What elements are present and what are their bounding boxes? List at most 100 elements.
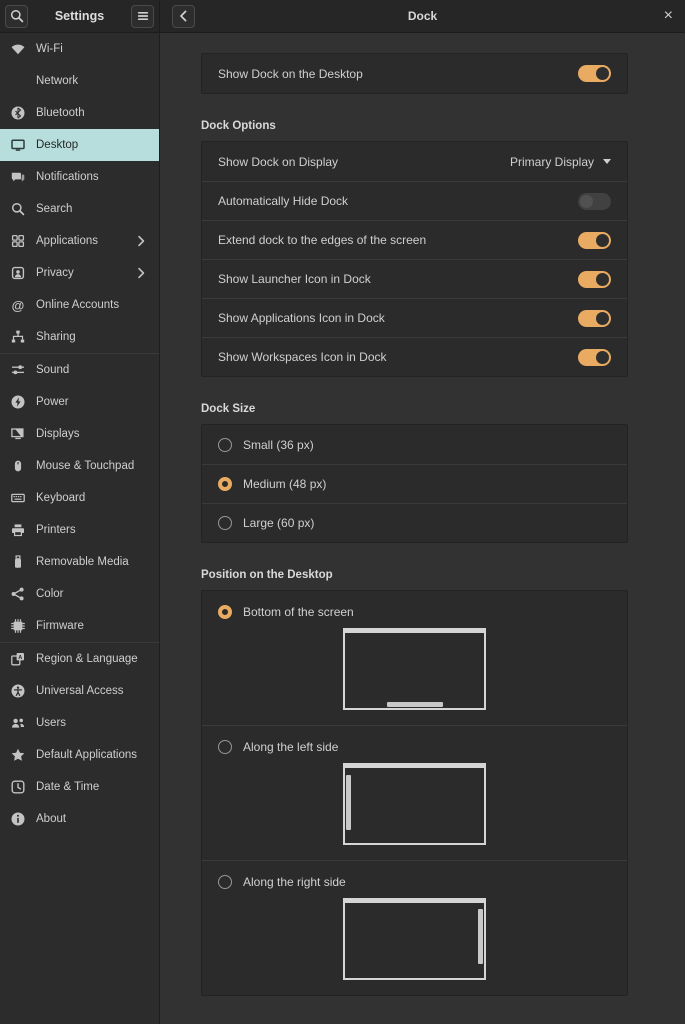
sidebar-item-date-time[interactable]: Date & Time <box>0 771 159 803</box>
sidebar-item-removable-media[interactable]: Removable Media <box>0 546 159 578</box>
sidebar-item-network[interactable]: Network <box>0 65 159 97</box>
automatically-hide-dock-toggle[interactable] <box>578 193 611 210</box>
back-button[interactable] <box>172 5 195 28</box>
chevron-right-icon <box>133 265 149 281</box>
sidebar-item-sound[interactable]: Sound <box>0 354 159 386</box>
sidebar-item-power[interactable]: Power <box>0 386 159 418</box>
desktop-icon <box>10 137 26 153</box>
toggle-knob <box>580 195 593 208</box>
option-medium-48-px[interactable]: Medium (48 px) <box>202 464 627 503</box>
app-title: Settings <box>32 9 127 23</box>
firmware-icon <box>10 618 26 634</box>
sidebar-item-search[interactable]: Search <box>0 193 159 225</box>
option-large-60-px[interactable]: Large (60 px) <box>202 503 627 542</box>
sidebar-item-label: Search <box>36 203 72 215</box>
row-label: Automatically Hide Dock <box>218 194 348 208</box>
sidebar-item-label: Removable Media <box>36 556 129 568</box>
section-title-dock-size: Dock Size <box>201 403 628 415</box>
dock-bar-right <box>478 909 483 964</box>
sidebar-item-printers[interactable]: Printers <box>0 514 159 546</box>
menu-button[interactable] <box>131 5 154 28</box>
bluetooth-icon <box>10 105 26 121</box>
sidebar-item-applications[interactable]: Applications <box>0 225 159 257</box>
show-dock-toggle[interactable] <box>578 65 611 82</box>
option-along-the-right-side[interactable]: Along the right side <box>202 860 627 995</box>
keyboard-icon <box>10 490 26 506</box>
option-along-the-left-side[interactable]: Along the left side <box>202 725 627 860</box>
sidebar-item-label: Applications <box>36 235 98 247</box>
search-icon <box>9 8 25 24</box>
sidebar-item-label: Wi-Fi <box>36 43 63 55</box>
radio-along-the-right-side[interactable] <box>218 875 232 889</box>
row-show-applications-icon-in-dock: Show Applications Icon in Dock <box>202 298 627 337</box>
sidebar-item-users[interactable]: Users <box>0 707 159 739</box>
sidebar-item-default-applications[interactable]: Default Applications <box>0 739 159 771</box>
sidebar-item-desktop[interactable]: Desktop <box>0 129 159 161</box>
sidebar-item-label: Bluetooth <box>36 107 85 119</box>
mouse-icon <box>10 458 26 474</box>
show-applications-icon-in-dock-toggle[interactable] <box>578 310 611 327</box>
row-show-dock-on-the-desktop: Show Dock on the Desktop <box>202 54 627 93</box>
sidebar-item-privacy[interactable]: Privacy <box>0 257 159 289</box>
sidebar-item-label: Mouse & Touchpad <box>36 460 134 472</box>
row-show-launcher-icon-in-dock: Show Launcher Icon in Dock <box>202 259 627 298</box>
chevron-down-icon <box>603 159 611 164</box>
sidebar-item-sharing[interactable]: Sharing <box>0 321 159 353</box>
main-header: Dock × <box>160 0 685 32</box>
radio-small-36-px[interactable] <box>218 438 232 452</box>
about-icon <box>10 811 26 827</box>
close-icon[interactable]: × <box>664 8 673 24</box>
displays-icon <box>10 426 26 442</box>
sidebar-item-color[interactable]: Color <box>0 578 159 610</box>
wifi-icon <box>10 41 26 57</box>
show-dock-on-display-dropdown[interactable]: Primary Display <box>510 155 611 169</box>
sidebar-item-region-language[interactable]: ARegion & Language <box>0 643 159 675</box>
region-language-icon: A <box>10 651 26 667</box>
sidebar-item-label: Sound <box>36 364 69 376</box>
search-button[interactable] <box>5 5 28 28</box>
sidebar-item-label: Displays <box>36 428 79 440</box>
option-small-36-px[interactable]: Small (36 px) <box>202 425 627 464</box>
monitor-illustration-left <box>343 763 486 845</box>
radio-along-the-left-side[interactable] <box>218 740 232 754</box>
settings-window: Settings Dock × Wi-Fi Network Bluetooth Des… <box>0 0 685 1024</box>
sound-icon <box>10 362 26 378</box>
radio-bottom-of-the-screen[interactable] <box>218 605 232 619</box>
sidebar-item-universal-access[interactable]: Universal Access <box>0 675 159 707</box>
page-title: Dock <box>160 9 685 23</box>
row-label: Show Applications Icon in Dock <box>218 311 385 325</box>
monitor-illustration-right <box>343 898 486 980</box>
position-card: Bottom of the screen Along the left side A… <box>201 590 628 996</box>
sidebar-item-about[interactable]: About <box>0 803 159 835</box>
sidebar-item-online-accounts[interactable]: @Online Accounts <box>0 289 159 321</box>
sidebar-item-bluetooth[interactable]: Bluetooth <box>0 97 159 129</box>
extend-dock-to-the-edges-of-the-screen-toggle[interactable] <box>578 232 611 249</box>
position-option-head: Along the left side <box>218 736 611 758</box>
row-automatically-hide-dock: Automatically Hide Dock <box>202 181 627 220</box>
show-launcher-icon-in-dock-toggle[interactable] <box>578 271 611 288</box>
option-label: Along the left side <box>243 740 338 754</box>
radio-large-60-px[interactable] <box>218 516 232 530</box>
sidebar-item-label: Privacy <box>36 267 74 279</box>
sidebar-item-displays[interactable]: Displays <box>0 418 159 450</box>
sidebar-item-label: Online Accounts <box>36 299 119 311</box>
sidebar-item-mouse-touchpad[interactable]: Mouse & Touchpad <box>0 450 159 482</box>
show-workspaces-icon-in-dock-toggle[interactable] <box>578 349 611 366</box>
applications-icon <box>10 233 26 249</box>
section-title-position: Position on the Desktop <box>201 569 628 581</box>
sidebar-item-notifications[interactable]: Notifications <box>0 161 159 193</box>
radio-medium-48-px[interactable] <box>218 477 232 491</box>
option-label: Along the right side <box>243 875 346 889</box>
sidebar-item-firmware[interactable]: Firmware <box>0 610 159 642</box>
sidebar-item-label: Notifications <box>36 171 99 183</box>
sidebar-item-label: Universal Access <box>36 685 124 697</box>
monitor-wrap <box>218 898 611 980</box>
power-icon <box>10 394 26 410</box>
headerbar: Settings Dock × <box>0 0 685 33</box>
sidebar-item-keyboard[interactable]: Keyboard <box>0 482 159 514</box>
dock-bar-bottom <box>387 702 443 707</box>
toggle-knob <box>596 351 609 364</box>
option-label: Medium (48 px) <box>243 477 326 491</box>
sidebar-item-wi-fi[interactable]: Wi-Fi <box>0 33 159 65</box>
option-bottom-of-the-screen[interactable]: Bottom of the screen <box>202 591 627 725</box>
